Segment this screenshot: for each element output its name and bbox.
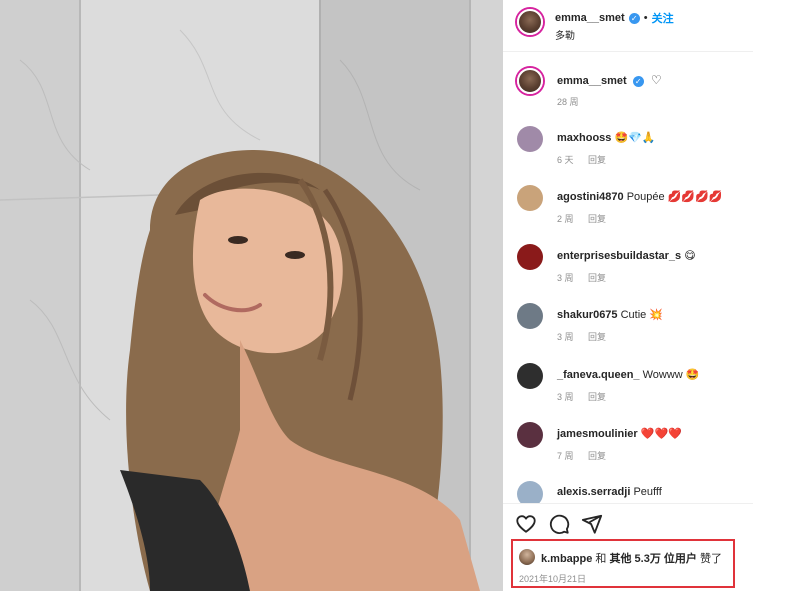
comment-text-row: shakur0675 Cutie 💥 xyxy=(557,308,663,321)
comment-username[interactable]: enterprisesbuildastar_s xyxy=(557,250,681,262)
comment-time: 3 周 xyxy=(557,332,574,342)
comment-time: 7 周 xyxy=(557,451,574,461)
header-user-row: emma__smet ✓ • 关注 xyxy=(555,10,674,26)
comment-time: 3 周 xyxy=(557,273,574,283)
liker-avatar[interactable] xyxy=(519,549,535,565)
verified-badge-icon: ✓ xyxy=(628,12,640,24)
comment-avatar[interactable] xyxy=(517,126,543,152)
verified-badge-icon: ✓ xyxy=(632,76,644,87)
comment-text-row: jamesmoulinier ❤️❤️❤️ xyxy=(557,427,682,440)
post-photo[interactable] xyxy=(0,0,503,591)
comment-avatar[interactable] xyxy=(517,481,543,503)
author-avatar[interactable] xyxy=(517,9,543,35)
comment-meta: 3 周 回复 xyxy=(557,330,618,343)
caption-username[interactable]: emma__smet xyxy=(557,75,627,87)
post-header: emma__smet ✓ • 关注 多勒 xyxy=(503,0,753,52)
likes-text-row: k.mbappe 和 其他 5.3万 位用户 赞了 xyxy=(541,550,722,566)
comment-body: ❤️❤️❤️ xyxy=(640,428,682,440)
comment-meta: 3 周 回复 xyxy=(557,390,618,403)
comment-username[interactable]: alexis.serradji xyxy=(557,486,630,498)
heart-icon[interactable] xyxy=(515,513,537,535)
likes-summary-box: k.mbappe 和 其他 5.3万 位用户 赞了 2021年10月21日 xyxy=(511,539,735,588)
caption-author-avatar[interactable] xyxy=(517,68,543,94)
comment-body: 🤩💎🙏 xyxy=(614,132,656,144)
comment-avatar[interactable] xyxy=(517,185,543,211)
author-username[interactable]: emma__smet xyxy=(555,12,625,24)
likes-others-link[interactable]: 其他 5.3万 位用户 xyxy=(609,553,696,565)
comment-avatar[interactable] xyxy=(517,303,543,329)
comment-avatar[interactable] xyxy=(517,244,543,270)
comment-reply-button[interactable]: 回复 xyxy=(588,451,606,461)
comment-avatar[interactable] xyxy=(517,363,543,389)
comment-username[interactable]: maxhooss xyxy=(557,132,611,144)
comment-reply-button[interactable]: 回复 xyxy=(588,392,606,402)
comment-username[interactable]: agostini4870 xyxy=(557,191,624,203)
likes-connector: 和 xyxy=(595,553,607,565)
comment-time: 6 天 xyxy=(557,155,574,165)
comment-text-row: enterprisesbuildastar_s 😋 xyxy=(557,249,696,262)
follow-button[interactable]: 关注 xyxy=(652,10,674,26)
caption-like-heart-icon[interactable]: ♡ xyxy=(651,73,662,87)
post-date: 2021年10月21日 xyxy=(519,574,587,584)
comment-time: 3 周 xyxy=(557,392,574,402)
comment-meta: 6 天 回复 xyxy=(557,153,618,166)
comment-icon[interactable] xyxy=(548,513,570,535)
comment-text-row: maxhooss 🤩💎🙏 xyxy=(557,131,656,144)
share-icon[interactable] xyxy=(581,513,603,535)
comment-time: 2 周 xyxy=(557,214,574,224)
comment-meta: 3 周 回复 xyxy=(557,271,618,284)
comment-body: 😋 xyxy=(684,250,696,262)
caption-meta: 28 周 xyxy=(557,95,591,108)
comment-body: Peufff xyxy=(633,486,662,498)
post-side-panel: emma__smet ✓ • 关注 多勒 emma__smet ✓ ♡ 28 周… xyxy=(503,0,753,591)
comment-reply-button[interactable]: 回复 xyxy=(588,155,606,165)
comment-avatar[interactable] xyxy=(517,422,543,448)
caption-text-row: emma__smet ✓ ♡ xyxy=(557,73,662,87)
comment-username[interactable]: shakur0675 xyxy=(557,309,618,321)
caption-time: 28 周 xyxy=(557,97,579,107)
liker-username[interactable]: k.mbappe xyxy=(541,553,592,565)
comment-body: Poupée 💋💋💋💋 xyxy=(626,191,723,203)
portrait-photo-illustration xyxy=(0,0,503,591)
comment-text-row: alexis.serradji Peufff xyxy=(557,486,662,498)
comment-reply-button[interactable]: 回复 xyxy=(588,332,606,342)
comment-reply-button[interactable]: 回复 xyxy=(588,214,606,224)
page-right-margin xyxy=(753,0,791,591)
likes-suffix: 赞了 xyxy=(699,553,722,565)
separator-dot: • xyxy=(643,12,648,24)
comment-reply-button[interactable]: 回复 xyxy=(588,273,606,283)
comment-text-row: _faneva.queen_ Wowww 🤩 xyxy=(557,368,700,381)
comment-meta: 7 周 回复 xyxy=(557,449,618,462)
comment-username[interactable]: jamesmoulinier xyxy=(557,428,638,440)
comment-username[interactable]: _faneva.queen_ xyxy=(557,369,640,381)
comment-body: Wowww 🤩 xyxy=(642,369,700,381)
post-actions-bar xyxy=(503,503,753,541)
header-location[interactable]: 多勒 xyxy=(555,27,575,42)
comment-text-row: agostini4870 Poupée 💋💋💋💋 xyxy=(557,190,722,203)
comment-meta: 2 周 回复 xyxy=(557,212,618,225)
comment-body: Cutie 💥 xyxy=(620,309,664,321)
comments-list[interactable]: emma__smet ✓ ♡ 28 周 maxhooss 🤩💎🙏 6 天 回复 xyxy=(503,52,753,503)
